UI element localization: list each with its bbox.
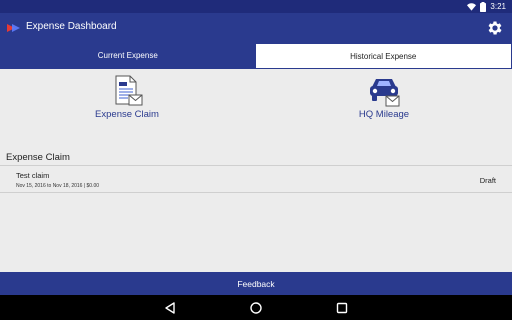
tab-current-expense[interactable]: Current Expense [0, 43, 256, 68]
document-mail-icon [115, 75, 143, 106]
claim-status: Draft [479, 176, 496, 185]
list-item[interactable]: Test claim Nov 15, 2016 to Nov 18, 2016 … [0, 166, 512, 193]
status-bar: 3:21 [0, 0, 512, 13]
tab-bar: Current Expense Historical Expense [0, 43, 512, 69]
recent-apps-icon[interactable] [335, 301, 349, 315]
claim-meta: Nov 15, 2016 to Nov 18, 2016 | $0.00 [16, 183, 100, 189]
expense-claim-label: Expense Claim [95, 109, 159, 120]
expense-claim-tile[interactable]: Expense Claim [72, 74, 182, 120]
hq-mileage-label: HQ Mileage [358, 109, 410, 120]
battery-icon [480, 1, 487, 12]
back-icon[interactable] [163, 301, 177, 315]
claim-name: Test claim [16, 171, 50, 180]
status-time: 3:21 [490, 2, 506, 11]
car-mail-icon [370, 79, 400, 107]
section-title: Expense Claim [6, 152, 70, 163]
app-title: Expense Dashboard [26, 21, 117, 32]
home-icon[interactable] [249, 301, 263, 315]
hq-mileage-tile[interactable]: HQ Mileage [329, 74, 439, 120]
feedback-button[interactable]: Feedback [0, 272, 512, 295]
action-tiles: Expense Claim HQ Mileage [0, 70, 512, 130]
tab-historical-expense[interactable]: Historical Expense [255, 43, 512, 68]
app-bar: Expense Dashboard [0, 13, 512, 43]
system-nav-bar [0, 295, 512, 320]
wifi-icon [467, 2, 477, 11]
gear-icon[interactable] [486, 19, 504, 37]
app-logo-icon [7, 24, 20, 32]
